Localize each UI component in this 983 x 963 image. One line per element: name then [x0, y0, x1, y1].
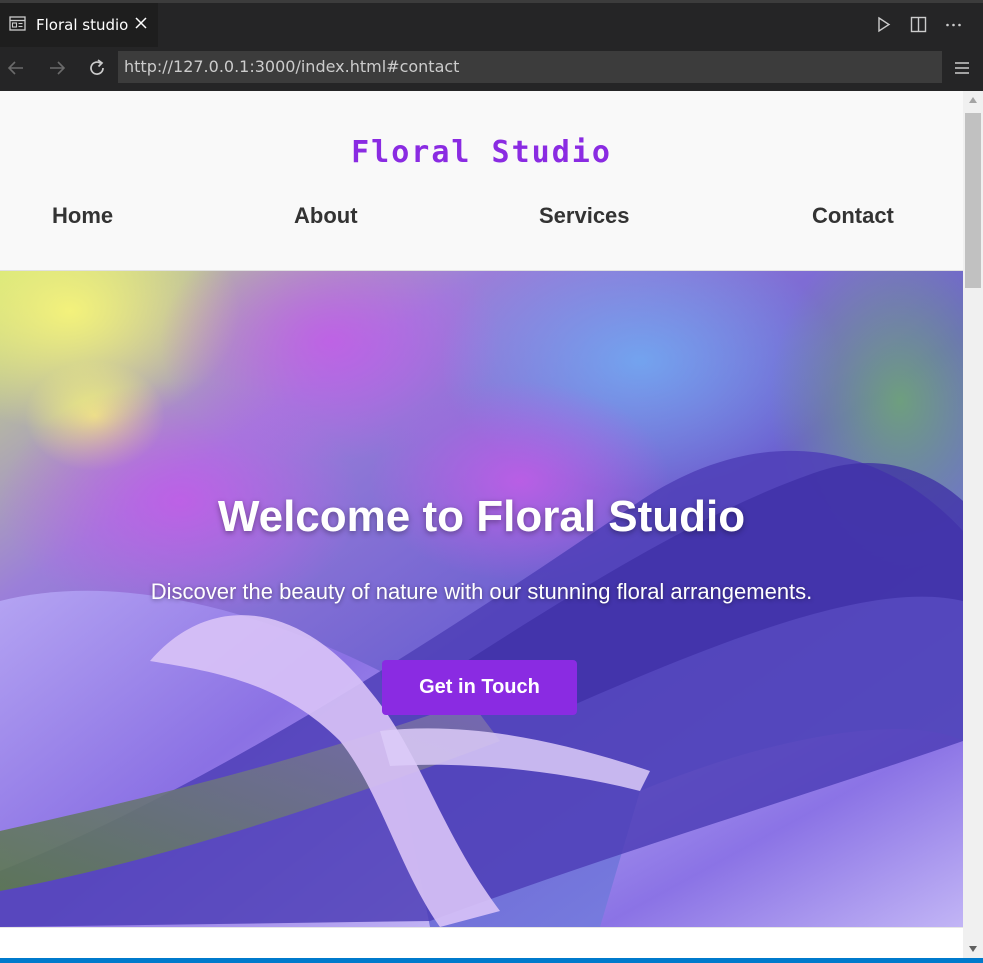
scrollbar-thumb[interactable] — [965, 113, 981, 288]
browser-preview-icon — [9, 16, 26, 31]
nav-link-about[interactable]: About — [294, 203, 358, 229]
hero-title: Welcome to Floral Studio — [217, 492, 746, 541]
hero-subtitle: Discover the beauty of nature with our s… — [150, 579, 813, 604]
more-actions-icon[interactable] — [944, 15, 963, 34]
browser-address-bar — [0, 47, 983, 91]
scroll-down-arrow-icon[interactable] — [969, 946, 977, 952]
scroll-up-arrow-icon[interactable] — [969, 97, 977, 103]
site-logo[interactable]: Floral Studio — [0, 135, 963, 170]
split-editor-icon[interactable] — [909, 15, 928, 34]
nav-link-contact[interactable]: Contact — [812, 203, 894, 229]
back-arrow-icon[interactable] — [5, 57, 27, 79]
nav-link-home[interactable]: Home — [52, 203, 113, 229]
site-header: Floral Studio Home About Services Contac… — [0, 91, 963, 271]
editor-tab-bar: Floral studio — [0, 3, 983, 47]
page-scrollbar[interactable] — [963, 91, 983, 958]
hero-section: Welcome to Floral Studio Discover the be… — [0, 271, 963, 927]
nav-link-services[interactable]: Services — [539, 203, 630, 229]
run-icon[interactable] — [874, 15, 893, 34]
close-icon[interactable] — [133, 15, 149, 31]
editor-tab-floral-studio[interactable]: Floral studio — [0, 3, 158, 47]
next-section — [0, 927, 963, 958]
page-viewport: Floral Studio Home About Services Contac… — [0, 91, 963, 958]
get-in-touch-button[interactable]: Get in Touch — [382, 660, 577, 715]
menu-icon[interactable] — [952, 58, 972, 78]
status-bar — [0, 958, 983, 963]
url-input[interactable] — [118, 51, 942, 83]
reload-icon[interactable] — [86, 57, 108, 79]
forward-arrow-icon[interactable] — [46, 57, 68, 79]
tab-title: Floral studio — [36, 16, 129, 34]
